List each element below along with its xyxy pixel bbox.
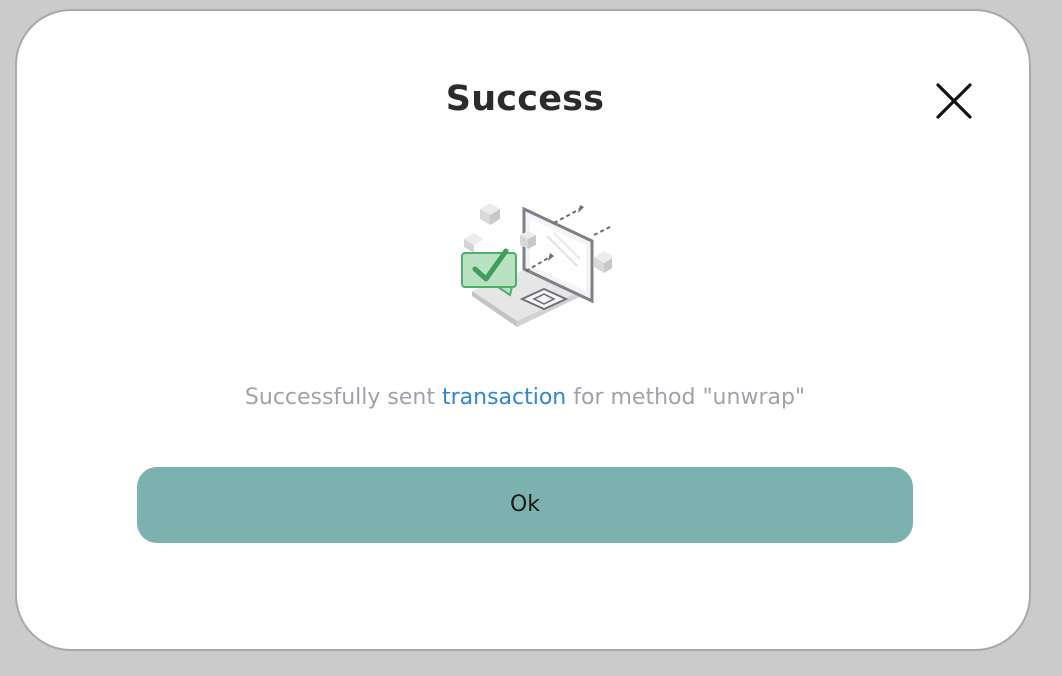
success-dialog: Success Successfully sent transaction fo… (15, 9, 1031, 651)
message-suffix: for method "unwrap" (566, 385, 806, 410)
close-button[interactable] (932, 79, 976, 123)
success-message: Successfully sent transaction for method… (17, 385, 1033, 410)
message-prefix: Successfully sent (244, 385, 442, 410)
transaction-link[interactable]: transaction (442, 385, 566, 410)
ok-button[interactable]: Ok (137, 467, 913, 543)
close-icon (936, 83, 972, 119)
success-transaction-illustration (442, 191, 622, 333)
dialog-title: Success (445, 79, 605, 119)
